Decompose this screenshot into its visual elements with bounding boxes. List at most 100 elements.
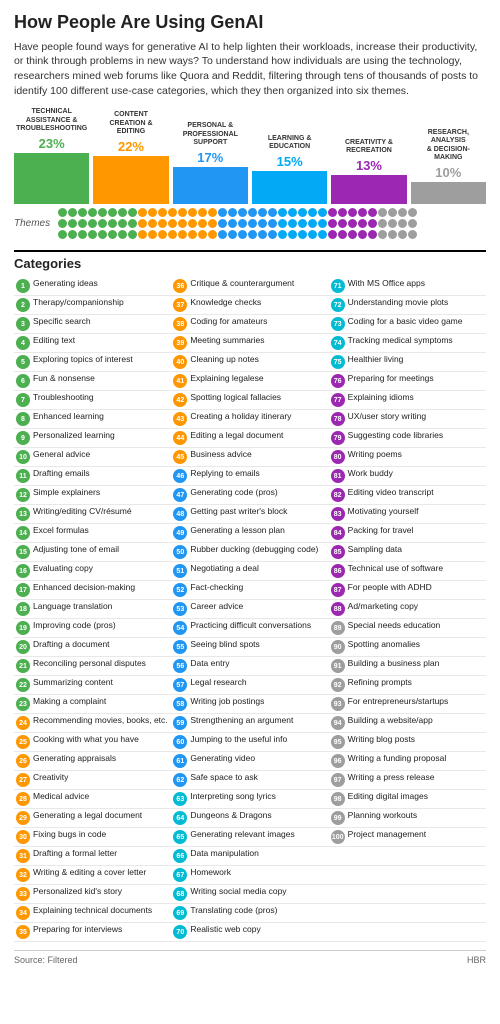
list-item: 79Suggesting code libraries <box>329 429 486 448</box>
theme-dot <box>328 230 337 239</box>
category-text: Adjusting tone of email <box>33 544 119 555</box>
bar-group: CONTENT CREATION & EDITING22% <box>93 111 168 203</box>
list-item: 64Dungeons & Dragons <box>171 809 328 828</box>
list-item: 99Planning workouts <box>329 809 486 828</box>
theme-dot <box>408 208 417 217</box>
theme-dot <box>278 230 287 239</box>
theme-dot <box>238 208 247 217</box>
list-item: 60Jumping to the useful info <box>171 733 328 752</box>
list-item: 97Writing a press release <box>329 771 486 790</box>
list-item: 69Translating code (pros) <box>171 904 328 923</box>
list-item: 62Safe space to ask <box>171 771 328 790</box>
category-text: Writing & editing a cover letter <box>33 867 146 878</box>
category-text: Homework <box>190 867 231 878</box>
theme-dot <box>398 219 407 228</box>
theme-dot <box>178 219 187 228</box>
list-item: 38Coding for amateurs <box>171 315 328 334</box>
list-item: 70Realistic web copy <box>171 923 328 942</box>
list-item <box>329 923 486 942</box>
theme-dot <box>318 230 327 239</box>
category-text: Dungeons & Dragons <box>190 810 271 821</box>
list-item: 3Specific search <box>14 315 171 334</box>
list-item: 41Explaining legalese <box>171 372 328 391</box>
list-item: 80Writing poems <box>329 448 486 467</box>
category-text: Generating a legal document <box>33 810 142 821</box>
list-item: 19Improving code (pros) <box>14 619 171 638</box>
theme-dot <box>68 230 77 239</box>
category-text: Project management <box>348 829 426 840</box>
theme-dot <box>88 230 97 239</box>
theme-dot <box>298 230 307 239</box>
theme-dot <box>298 208 307 217</box>
category-text: Cooking with what you have <box>33 734 139 745</box>
theme-dot <box>398 230 407 239</box>
list-item: 92Refining prompts <box>329 676 486 695</box>
theme-dot <box>158 219 167 228</box>
theme-dot <box>268 208 277 217</box>
list-item: 68Writing social media copy <box>171 885 328 904</box>
dot-row <box>58 219 486 228</box>
list-item: 33Personalized kid's story <box>14 885 171 904</box>
theme-dot <box>308 208 317 217</box>
category-text: Medical advice <box>33 791 89 802</box>
list-item: 26Generating appraisals <box>14 752 171 771</box>
list-item: 24Recommending movies, books, etc. <box>14 714 171 733</box>
theme-dot <box>108 230 117 239</box>
list-item: 84Packing for travel <box>329 524 486 543</box>
list-item: 21Reconciling personal disputes <box>14 657 171 676</box>
list-item: 95Writing blog posts <box>329 733 486 752</box>
theme-dot <box>58 230 67 239</box>
theme-dot <box>328 208 337 217</box>
list-item: 76Preparing for meetings <box>329 372 486 391</box>
theme-dot <box>198 208 207 217</box>
list-item: 72Understanding movie plots <box>329 296 486 315</box>
category-text: Strengthening an argument <box>190 715 293 726</box>
theme-dot <box>188 208 197 217</box>
theme-dot <box>118 219 127 228</box>
category-text: Generating code (pros) <box>190 487 277 498</box>
category-text: Meeting summaries <box>190 335 264 346</box>
theme-dot <box>258 219 267 228</box>
category-text: Data manipulation <box>190 848 259 859</box>
list-item: 74Tracking medical symptoms <box>329 334 486 353</box>
theme-dot <box>378 208 387 217</box>
theme-dot <box>308 230 317 239</box>
list-item: 96Writing a funding proposal <box>329 752 486 771</box>
theme-dot <box>198 219 207 228</box>
category-text: Editing video transcript <box>348 487 434 498</box>
list-item: 25Cooking with what you have <box>14 733 171 752</box>
theme-dot <box>78 208 87 217</box>
list-item: 51Negotiating a deal <box>171 562 328 581</box>
theme-dot <box>228 230 237 239</box>
theme-dot <box>128 219 137 228</box>
category-text: Writing a press release <box>348 772 435 783</box>
list-item <box>329 866 486 885</box>
category-text: Building a website/app <box>348 715 433 726</box>
category-text: Writing poems <box>348 449 402 460</box>
dot-row <box>58 208 486 217</box>
theme-dot <box>408 219 417 228</box>
category-text: Specific search <box>33 316 91 327</box>
category-text: Business advice <box>190 449 251 460</box>
theme-dot <box>238 230 247 239</box>
category-text: Generating relevant images <box>190 829 294 840</box>
category-text: Spotting anomalies <box>348 639 420 650</box>
category-text: Language translation <box>33 601 112 612</box>
theme-dot <box>388 208 397 217</box>
category-text: Writing social media copy <box>190 886 286 897</box>
list-item: 35Preparing for interviews <box>14 923 171 942</box>
theme-dot <box>408 230 417 239</box>
theme-dot <box>178 208 187 217</box>
bar-group: RESEARCH, ANALYSIS & DECISION- MAKING10% <box>411 129 486 204</box>
theme-dot <box>348 230 357 239</box>
category-text: Therapy/companionship <box>33 297 124 308</box>
theme-dot <box>238 219 247 228</box>
theme-dot <box>208 208 217 217</box>
category-text: Explaining technical documents <box>33 905 152 916</box>
category-text: Personalized learning <box>33 430 115 441</box>
list-item: 14Excel formulas <box>14 524 171 543</box>
category-text: Generating appraisals <box>33 753 116 764</box>
category-text: Safe space to ask <box>190 772 258 783</box>
list-item: 1Generating ideas <box>14 277 171 296</box>
category-text: Technical use of software <box>348 563 443 574</box>
